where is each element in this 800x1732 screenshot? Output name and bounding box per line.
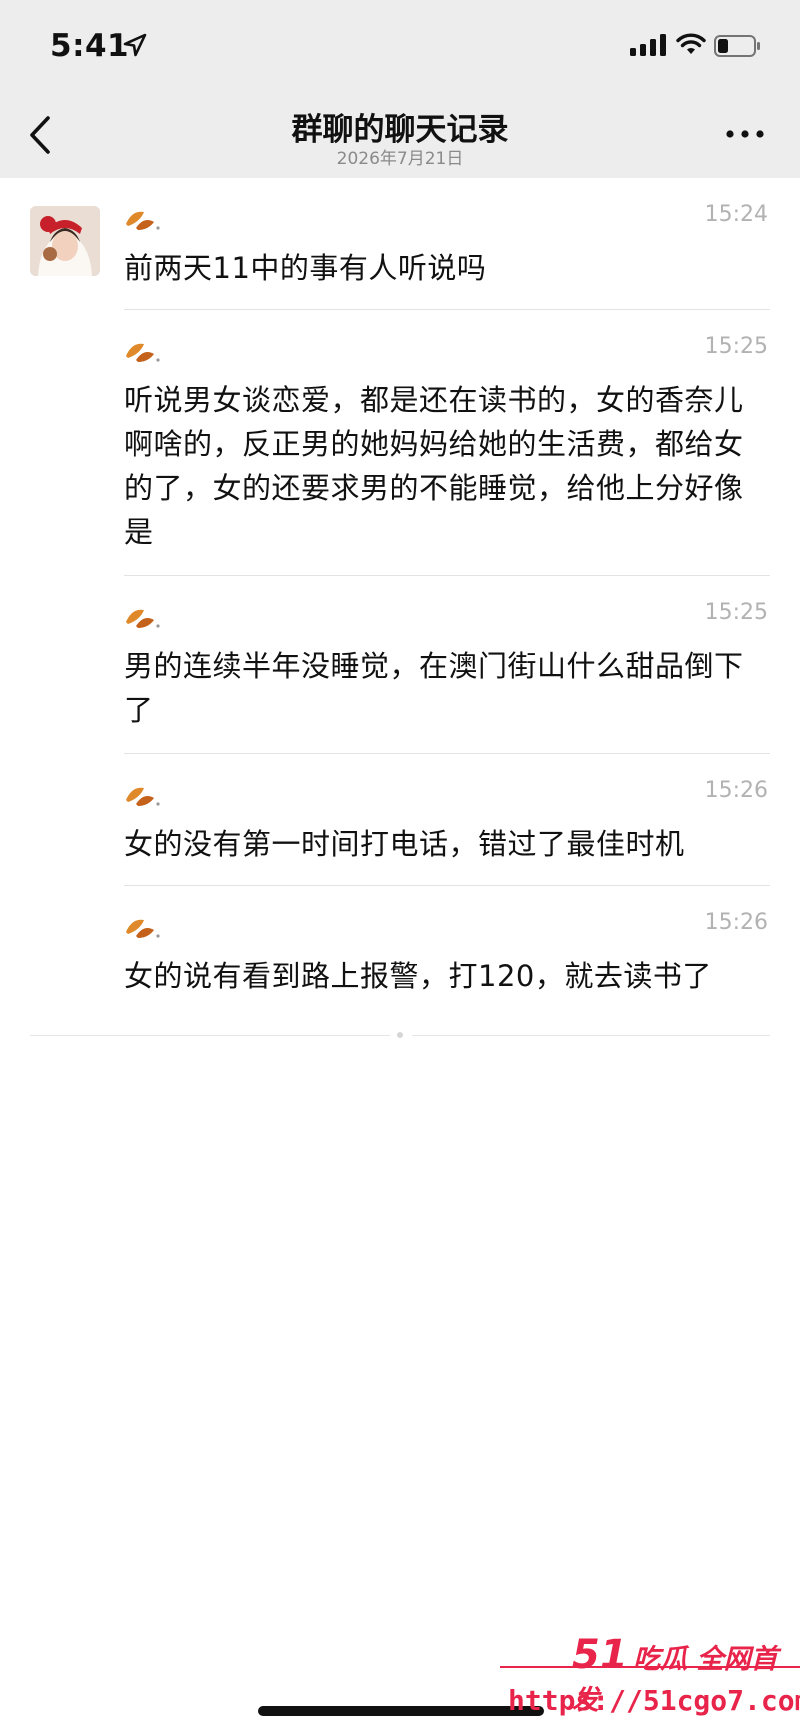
end-divider-dot — [397, 1032, 403, 1038]
divider — [124, 753, 770, 754]
avatar[interactable] — [30, 206, 100, 276]
message-item: 15:26 女的说有看到路上报警，打120，就去读书了 — [124, 910, 770, 998]
message-text: 男的连续半年没睡觉，在澳门街山什么甜品倒下了 — [124, 649, 744, 727]
message-text: 前两天11中的事有人听说吗 — [124, 251, 487, 285]
home-indicator[interactable] — [258, 1706, 544, 1716]
divider — [124, 575, 770, 576]
wifi-icon — [676, 33, 706, 54]
message-text: 女的说有看到路上报警，打120，就去读书了 — [124, 959, 712, 993]
leaf-sticker-icon — [126, 919, 160, 938]
message-item: 15:24 前两天11中的事有人听说吗 — [124, 202, 770, 290]
message-text: 女的没有第一时间打电话，错过了最佳时机 — [124, 827, 685, 861]
message-time: 15:26 — [704, 910, 768, 935]
leaf-sticker-icon — [126, 343, 160, 362]
battery-icon — [714, 35, 760, 57]
divider — [124, 309, 770, 310]
page-title: 群聊的聊天记录 — [291, 112, 509, 148]
message-time: 15:25 — [704, 334, 768, 359]
end-divider-left — [30, 1035, 390, 1036]
status-time: 5:41 — [50, 28, 130, 64]
divider — [124, 885, 770, 886]
message-time: 15:24 — [704, 202, 768, 227]
end-divider-right — [412, 1035, 770, 1036]
avatar-photo-icon — [30, 206, 100, 276]
more-dots-icon[interactable] — [724, 128, 766, 140]
watermark-number: 51 — [572, 1632, 628, 1678]
message-item: 15:25 听说男女谈恋爱，都是还在读书的，女的香奈儿啊啥的，反正男的她妈妈给她… — [124, 334, 770, 554]
leaf-sticker-icon — [126, 609, 160, 628]
message-item: 15:25 男的连续半年没睡觉，在澳门街山什么甜品倒下了 — [124, 600, 770, 732]
message-item: 15:26 女的没有第一时间打电话，错过了最佳时机 — [124, 778, 770, 866]
chat-date: 2026年7月21日 — [336, 149, 464, 169]
leaf-sticker-icon — [126, 787, 160, 806]
watermark-line — [500, 1666, 800, 1668]
message-text: 听说男女谈恋爱，都是还在读书的，女的香奈儿啊啥的，反正男的她妈妈给她的生活费，都… — [124, 383, 744, 549]
cellular-signal-icon — [630, 34, 666, 56]
location-arrow-icon — [123, 33, 147, 57]
top-bar: 5:41 群聊的聊天记录 2026年7月21日 — [0, 0, 800, 178]
leaf-sticker-icon — [126, 211, 160, 230]
watermark-url: https://51cgo7.com — [508, 1684, 800, 1717]
message-time: 15:26 — [704, 778, 768, 803]
message-time: 15:25 — [704, 600, 768, 625]
